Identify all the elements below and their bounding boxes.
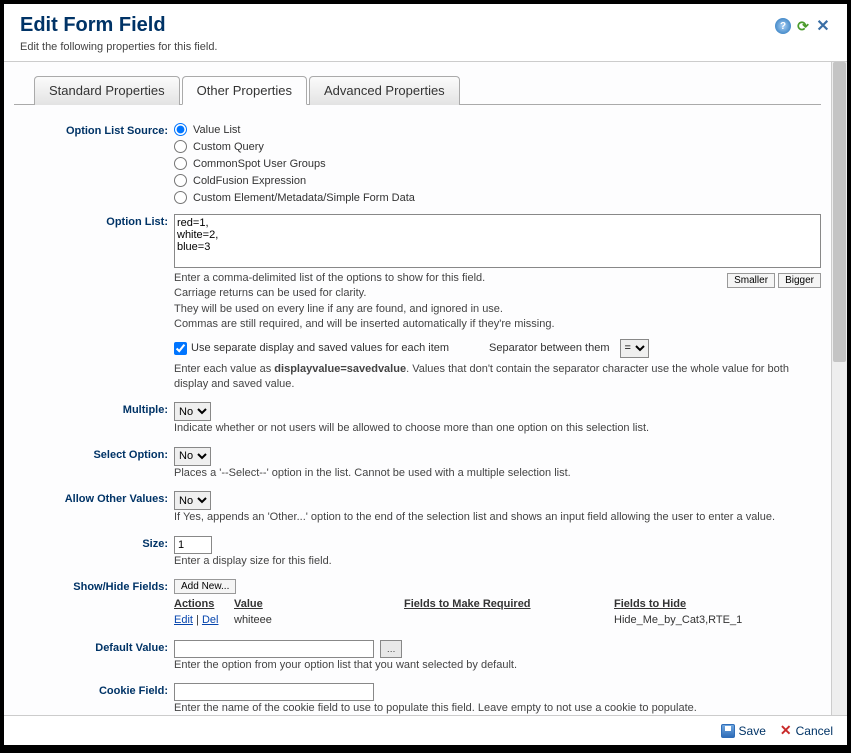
allow-other-select[interactable]: No: [174, 491, 211, 510]
label-cookie-field: Cookie Field:: [14, 683, 174, 697]
edit-link[interactable]: Edit: [174, 614, 193, 626]
label-default-value: Default Value:: [14, 640, 174, 654]
separate-values-label: Use separate display and saved values fo…: [191, 342, 449, 354]
smaller-button[interactable]: Smaller: [727, 273, 775, 288]
bigger-button[interactable]: Bigger: [778, 273, 821, 288]
help5-bold: displayvalue=savedvalue: [274, 363, 406, 375]
cancel-icon: ✕: [780, 722, 792, 739]
select-option-help: Places a '--Select--' option in the list…: [174, 466, 821, 481]
radio-value-list[interactable]: [174, 123, 187, 136]
radio-custom-query-label: Custom Query: [193, 141, 264, 153]
label-option-list: Option List:: [14, 214, 174, 228]
row-hide: Hide_Me_by_Cat3,RTE_1: [614, 614, 821, 626]
size-input[interactable]: [174, 536, 212, 554]
save-label: Save: [739, 724, 766, 738]
separator-label: Separator between them: [489, 342, 609, 354]
multiple-help: Indicate whether or not users will be al…: [174, 421, 821, 436]
scrollbar[interactable]: [831, 62, 847, 715]
save-icon: [721, 724, 735, 738]
save-button[interactable]: Save: [721, 724, 766, 738]
cancel-label: Cancel: [796, 724, 833, 738]
col-value: Value: [234, 598, 404, 610]
del-link[interactable]: Del: [202, 614, 219, 626]
cookie-field-help: Enter the name of the cookie field to us…: [174, 701, 821, 715]
table-row: Edit | Del whiteee Hide_Me_by_Cat3,RTE_1: [174, 614, 821, 626]
select-option-select[interactable]: No: [174, 447, 211, 466]
dialog-footer: Save ✕ Cancel: [4, 715, 847, 745]
separate-values-checkbox[interactable]: [174, 342, 187, 355]
cancel-button[interactable]: ✕ Cancel: [780, 722, 833, 739]
label-allow-other: Allow Other Values:: [14, 491, 174, 505]
option-list-help1: Enter a comma-delimited list of the opti…: [174, 271, 719, 286]
dialog-content: Standard Properties Other Properties Adv…: [4, 62, 831, 715]
tab-other-properties[interactable]: Other Properties: [182, 76, 307, 105]
tabs: Standard Properties Other Properties Adv…: [14, 76, 821, 105]
radio-custom-element[interactable]: [174, 191, 187, 204]
row-req: [404, 614, 614, 626]
option-list-help2: Carriage returns can be used for clarity…: [174, 286, 719, 301]
radio-user-groups[interactable]: [174, 157, 187, 170]
page-title: Edit Form Field: [20, 14, 831, 37]
option-list-textarea[interactable]: [174, 214, 821, 268]
label-size: Size:: [14, 536, 174, 550]
tab-advanced-properties[interactable]: Advanced Properties: [309, 76, 460, 105]
close-icon[interactable]: ✕: [815, 18, 831, 34]
page-subtitle: Edit the following properties for this f…: [20, 41, 831, 53]
add-new-button[interactable]: Add New...: [174, 579, 236, 594]
col-req: Fields to Make Required: [404, 598, 614, 610]
col-actions: Actions: [174, 598, 234, 610]
allow-other-help: If Yes, appends an 'Other...' option to …: [174, 510, 821, 525]
label-multiple: Multiple:: [14, 402, 174, 416]
row-value: whiteee: [234, 614, 404, 626]
separator-select[interactable]: =: [620, 339, 649, 358]
option-list-help3: They will be used on every line if any a…: [174, 302, 719, 317]
radio-custom-element-label: Custom Element/Metadata/Simple Form Data: [193, 192, 415, 204]
help5-pre: Enter each value as: [174, 363, 274, 375]
refresh-icon[interactable]: ⟳: [795, 18, 811, 34]
radio-coldfusion-label: ColdFusion Expression: [193, 175, 306, 187]
label-show-hide: Show/Hide Fields:: [14, 579, 174, 593]
default-value-help: Enter the option from your option list t…: [174, 658, 821, 673]
option-list-help4: Commas are still required, and will be i…: [174, 317, 719, 332]
radio-value-list-label: Value List: [193, 124, 241, 136]
radio-coldfusion[interactable]: [174, 174, 187, 187]
default-value-input[interactable]: [174, 640, 374, 658]
scrollbar-thumb[interactable]: [833, 62, 846, 362]
label-select-option: Select Option:: [14, 447, 174, 461]
default-value-browse-button[interactable]: …: [380, 640, 402, 658]
radio-user-groups-label: CommonSpot User Groups: [193, 158, 326, 170]
cookie-field-input[interactable]: [174, 683, 374, 701]
help-icon[interactable]: ?: [775, 18, 791, 34]
radio-custom-query[interactable]: [174, 140, 187, 153]
multiple-select[interactable]: No: [174, 402, 211, 421]
col-hide: Fields to Hide: [614, 598, 821, 610]
size-help: Enter a display size for this field.: [174, 554, 821, 569]
label-option-list-source: Option List Source:: [14, 123, 174, 137]
tab-standard-properties[interactable]: Standard Properties: [34, 76, 180, 105]
dialog-header: Edit Form Field Edit the following prope…: [4, 4, 847, 62]
